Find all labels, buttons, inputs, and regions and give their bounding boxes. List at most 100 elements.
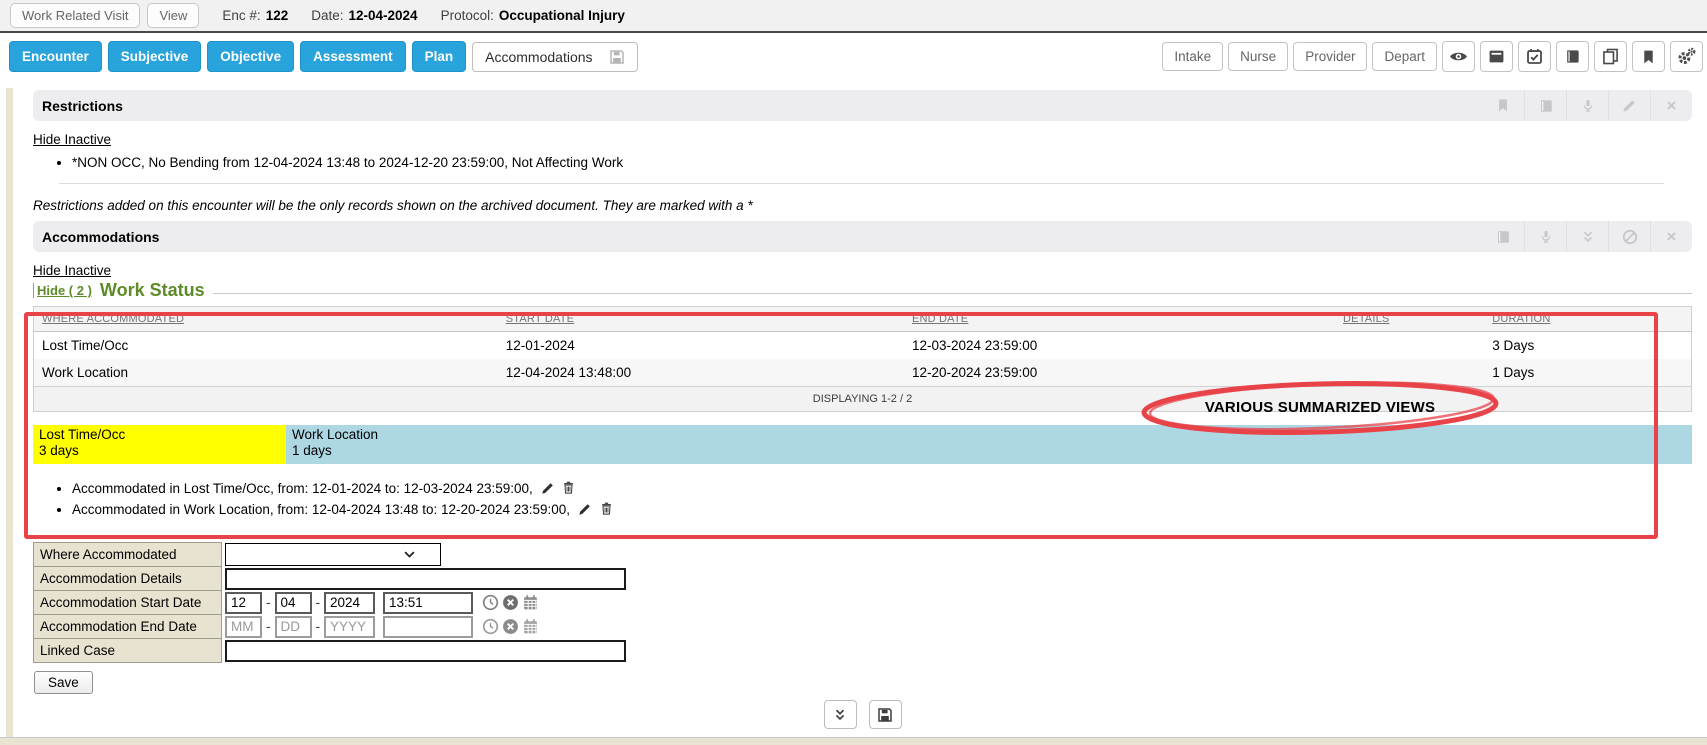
col-details-label[interactable]: DETAILS <box>1343 313 1389 325</box>
book-icon[interactable] <box>1524 90 1566 121</box>
end-day-input[interactable] <box>275 616 312 638</box>
calendar-picker-icon[interactable] <box>522 618 539 635</box>
cell-details <box>1335 359 1484 387</box>
double-chevron-down-icon[interactable] <box>1566 221 1608 252</box>
tab-accommodations-active[interactable]: Accommodations <box>472 42 637 72</box>
clear-circle-icon[interactable] <box>502 594 519 611</box>
end-month-input[interactable] <box>225 616 262 638</box>
where-accommodated-select[interactable] <box>225 543 441 566</box>
close-icon[interactable]: × <box>1650 90 1692 121</box>
work-status-title: Work Status <box>100 280 205 301</box>
tab-plan[interactable]: Plan <box>412 41 467 72</box>
save-button[interactable]: Save <box>34 671 93 694</box>
tab-assessment[interactable]: Assessment <box>300 41 406 72</box>
accommodation-details-input[interactable] <box>225 568 626 590</box>
start-year-input[interactable] <box>324 592 375 614</box>
view-button[interactable]: View <box>147 3 199 28</box>
date-value: 12-04-2024 <box>349 8 418 23</box>
paging-status: DISPLAYING 1-2 / 2 <box>34 387 1692 412</box>
enc-label: Enc #: <box>222 8 260 23</box>
tab-objective[interactable]: Objective <box>207 41 294 72</box>
cell-start: 12-01-2024 <box>498 332 904 360</box>
table-footer-row: DISPLAYING 1-2 / 2 <box>34 387 1692 412</box>
archive-box-icon[interactable] <box>1480 41 1513 72</box>
cell-duration: 1 Days <box>1484 359 1691 387</box>
pencil-icon[interactable] <box>541 481 555 498</box>
restriction-item: *NON OCC, No Bending from 12-04-2024 13:… <box>72 155 1692 170</box>
linked-case-label: Linked Case <box>33 638 222 663</box>
restrictions-title: Restrictions <box>42 98 123 114</box>
work-status-hide-link[interactable]: Hide ( 2 ) <box>33 283 92 298</box>
col-start-date-label[interactable]: START DATE <box>506 313 574 325</box>
accommodation-entries: Accommodated in Lost Time/Occ, from: 12-… <box>72 480 1692 519</box>
summary-bar-duration: 1 days <box>292 443 1686 459</box>
clear-circle-icon[interactable] <box>502 618 519 635</box>
linked-case-input[interactable] <box>225 640 626 662</box>
accommodation-details-label: Accommodation Details <box>33 566 222 591</box>
protocol-label: Protocol: <box>441 8 494 23</box>
pencil-icon[interactable] <box>578 502 592 519</box>
work-status-header-row: WHERE ACCOMMODATED START DATE END DATE D… <box>34 307 1692 332</box>
save-floppy-icon <box>609 49 625 65</box>
tab-bar: Encounter Subjective Objective Assessmen… <box>0 33 1707 80</box>
bookmark-icon[interactable] <box>1482 90 1524 121</box>
restrictions-hide-inactive-link[interactable]: Hide Inactive <box>33 132 111 147</box>
depart-button[interactable]: Depart <box>1372 42 1437 71</box>
no-entry-icon[interactable] <box>1608 221 1650 252</box>
trash-icon[interactable] <box>562 480 575 498</box>
table-row[interactable]: Work Location 12-04-2024 13:48:00 12-20-… <box>34 359 1692 387</box>
double-chevron-down-icon[interactable] <box>824 700 857 729</box>
protocol-value: Occupational Injury <box>499 8 625 23</box>
calendar-picker-icon[interactable] <box>522 594 539 611</box>
book-icon[interactable] <box>1556 41 1589 72</box>
eye-icon[interactable] <box>1442 41 1475 72</box>
work-related-visit-button[interactable]: Work Related Visit <box>10 3 140 28</box>
start-day-input[interactable] <box>275 592 312 614</box>
table-row[interactable]: Lost Time/Occ 12-01-2024 12-03-2024 23:5… <box>34 332 1692 360</box>
end-year-input[interactable] <box>324 616 375 638</box>
col-start-date: START DATE <box>498 307 904 332</box>
start-month-input[interactable] <box>225 592 262 614</box>
protocol-field: Protocol: Occupational Injury <box>441 8 625 23</box>
accommodation-end-date-label: Accommodation End Date <box>33 614 222 639</box>
copy-pages-icon[interactable] <box>1594 41 1627 72</box>
intake-button[interactable]: Intake <box>1162 42 1223 71</box>
cell-end: 12-03-2024 23:59:00 <box>904 332 1335 360</box>
trash-icon[interactable] <box>600 501 613 519</box>
summary-bar-duration: 3 days <box>39 443 280 459</box>
clock-icon[interactable] <box>482 618 499 635</box>
restrictions-divider <box>59 183 1664 184</box>
bookmark-icon[interactable] <box>1632 41 1665 72</box>
restrictions-note: Restrictions added on this encounter wil… <box>33 198 1692 213</box>
work-status-rule <box>213 293 1692 294</box>
col-end-date-label[interactable]: END DATE <box>912 313 968 325</box>
start-time-input[interactable] <box>383 592 473 614</box>
close-icon[interactable]: × <box>1650 221 1692 252</box>
nurse-button[interactable]: Nurse <box>1228 42 1288 71</box>
end-time-input[interactable] <box>383 616 473 638</box>
provider-button[interactable]: Provider <box>1293 42 1367 71</box>
calendar-check-icon[interactable] <box>1518 41 1551 72</box>
cell-start: 12-04-2024 13:48:00 <box>498 359 904 387</box>
col-where-accommodated-label[interactable]: WHERE ACCOMMODATED <box>42 313 184 325</box>
book-icon[interactable] <box>1482 221 1524 252</box>
restrictions-section: Restrictions × Hide Inactive *NON OCC, N… <box>33 90 1692 213</box>
where-accommodated-label: Where Accommodated <box>33 542 222 567</box>
col-duration-label[interactable]: DURATION <box>1492 313 1550 325</box>
microphone-icon[interactable] <box>1566 90 1608 121</box>
accommodations-header: Accommodations × <box>33 221 1692 252</box>
clock-icon[interactable] <box>482 594 499 611</box>
save-floppy-icon[interactable] <box>869 700 902 729</box>
microphone-icon[interactable] <box>1524 221 1566 252</box>
tab-subjective[interactable]: Subjective <box>108 41 202 72</box>
section-footer-buttons <box>33 700 1692 729</box>
tab-encounter[interactable]: Encounter <box>9 41 102 72</box>
summary-bars: Lost Time/Occ 3 days Work Location 1 day… <box>33 425 1692 464</box>
encounter-number-field: Enc #: 122 <box>222 8 288 23</box>
settings-gears-icon[interactable] <box>1670 41 1703 72</box>
pencil-icon[interactable] <box>1608 90 1650 121</box>
restrictions-header: Restrictions × <box>33 90 1692 121</box>
accommodations-hide-inactive-link[interactable]: Hide Inactive <box>33 263 111 278</box>
col-where-accommodated: WHERE ACCOMMODATED <box>34 307 498 332</box>
summary-bar-lost-time: Lost Time/Occ 3 days <box>33 425 286 464</box>
